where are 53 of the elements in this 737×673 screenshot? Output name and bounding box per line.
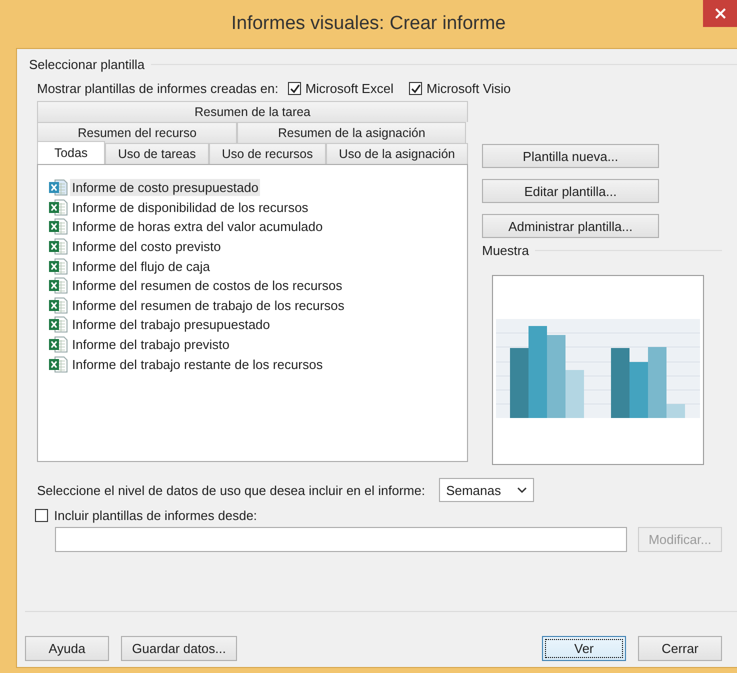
template-item[interactable]: Informe de costo presupuestado [70,179,260,196]
template-button[interactable]: Editar plantilla... [482,179,659,203]
chart-bar [611,348,630,418]
tab[interactable]: Resumen de la tarea [37,101,468,122]
spreadsheet-file-icon [48,258,68,275]
path-field[interactable] [55,527,627,552]
template-item[interactable]: Informe del trabajo previsto [70,336,232,354]
template-item[interactable]: Informe del flujo de caja [70,258,212,275]
tab[interactable]: Resumen de la asignación [237,122,466,143]
checkbox[interactable] [409,82,422,95]
template-item[interactable]: Informe del resumen de trabajo de los recursos [70,296,346,314]
window-title: Informes visuales: Crear informe [231,13,506,35]
tab[interactable]: Uso de tareas [105,143,209,164]
spreadsheet-file-icon [48,238,68,256]
checkbox-label: Microsoft Visio [426,81,511,96]
spreadsheet-file-icon [48,336,68,354]
chevron-down-icon [517,486,528,494]
tab[interactable]: Uso de la asignación [326,143,468,164]
close-button[interactable] [703,0,737,27]
tab[interactable]: Resumen del recurso [37,122,238,143]
group-title: Seleccionar plantilla [29,57,145,72]
template-item[interactable]: Informe del resumen de costos de los recursos [70,277,344,294]
template-item[interactable]: Informe del trabajo presupuestado [70,316,272,334]
template-item[interactable]: Informe de disponibilidad de los recursos [70,198,310,216]
checkbox[interactable] [288,82,302,95]
template-item[interactable]: Informe de horas extra del valor acumulado [70,218,325,236]
dialog-button[interactable]: Ayuda [25,636,109,661]
template-button[interactable]: Plantilla nueva... [482,144,659,168]
template-item[interactable]: Informe del trabajo restante de los recursos [70,356,325,373]
checkbox[interactable] [35,509,48,522]
template-button[interactable]: Administrar plantilla... [482,214,659,238]
usage-level-label: Seleccione el nivel de datos de uso que desea incluir en el informe: [37,482,426,498]
chart-bar [510,348,528,418]
include-label: Incluir plantillas de informes desde: [54,508,258,523]
spreadsheet-file-icon [48,277,68,294]
dialog-button[interactable]: Cerrar [638,636,722,661]
dialog-button[interactable]: Ver [542,636,626,661]
dialog-button[interactable]: Guardar datos... [121,636,237,661]
spreadsheet-file-icon [48,316,68,334]
chart-bar [630,362,648,418]
spreadsheet-file-icon [48,179,68,196]
spreadsheet-file-icon [48,198,68,216]
spreadsheet-file-icon [48,218,68,236]
usage-level-dropdown[interactable]: Semanas [439,478,534,502]
spreadsheet-file-icon [48,296,68,314]
preview-title: Muestra [482,243,529,258]
checkbox-label: Microsoft Excel [305,81,394,96]
template-item[interactable]: Informe del costo previsto [70,238,223,256]
close-icon [714,8,726,19]
spreadsheet-file-icon [48,356,68,373]
tab[interactable]: Todas [37,141,105,164]
show-templates-label: Mostrar plantillas de informes creadas en: [37,81,278,96]
tab[interactable]: Uso de recursos [208,143,326,164]
